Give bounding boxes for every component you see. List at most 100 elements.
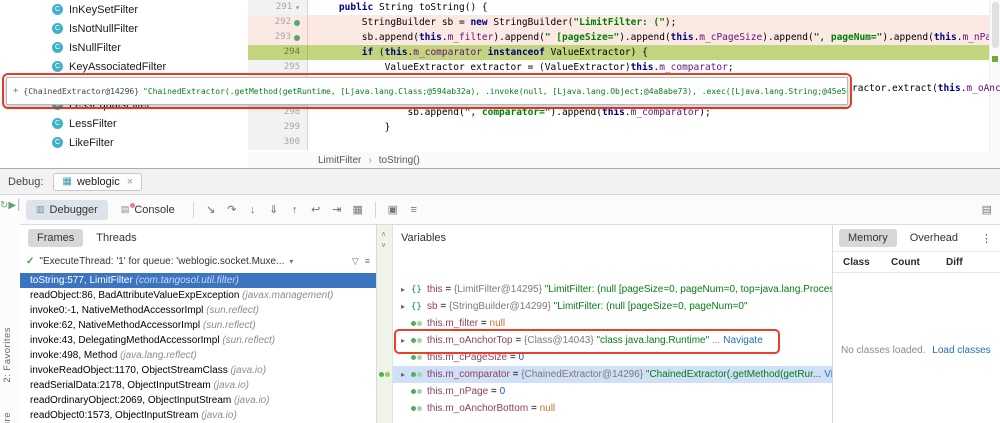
variables-list: ▸{}this = {LimitFilter@14295} "LimitFilt… — [393, 281, 832, 417]
gutter-line-number[interactable]: 294 — [248, 45, 308, 60]
variable-row[interactable]: this.m_filter = null — [393, 315, 832, 332]
code-token: ).append( — [493, 32, 544, 43]
variable-row[interactable]: ▸this.m_oAnchorTop = {Class@14043} "clas… — [393, 332, 832, 349]
kebab-menu-icon[interactable]: ⋮ — [981, 232, 1000, 245]
frame-package: (javax.management) — [242, 290, 333, 301]
tab-overhead[interactable]: Overhead — [901, 229, 967, 247]
thread-status-check-icon: ✓ — [26, 256, 34, 267]
gutter-green-dot-icon — [294, 35, 300, 41]
gutter-line-number[interactable]: 293 — [248, 30, 308, 45]
expand-plus-icon[interactable]: + — [13, 86, 18, 96]
thread-dump-icon[interactable]: ▣ — [384, 203, 402, 216]
class-icon: C — [52, 61, 63, 72]
variable-value-string: "LimitFilter: (null [pageSize=0, pageNum… — [545, 284, 832, 295]
tree-item[interactable]: CIsNullFilter — [18, 38, 248, 57]
variable-row[interactable]: this.m_cPageSize = 0 — [393, 349, 832, 366]
frame-row[interactable]: invokeReadObject:1170, ObjectStreamClass… — [20, 363, 376, 378]
frame-location: readOrdinaryObject:2069, ObjectInputStre… — [30, 395, 234, 406]
variable-row[interactable]: ▸this.m_comparator = {ChainedExtractor@1… — [393, 366, 832, 383]
frame-row[interactable]: invoke:498, Method (java.lang.reflect) — [20, 348, 376, 363]
force-step-into-icon[interactable]: ⇓ — [265, 203, 283, 216]
navigate-link[interactable]: Navigate — [723, 335, 762, 346]
editor-scrollbar[interactable] — [989, 0, 1000, 152]
variable-row[interactable]: ▸{}this = {LimitFilter@14295} "LimitFilt… — [393, 281, 832, 298]
tab-threads[interactable]: Threads — [87, 229, 145, 247]
gutter-line-number[interactable]: 299 — [248, 120, 308, 135]
toolwindow-button-structure[interactable]: Structure — [2, 412, 18, 423]
drop-frame-icon[interactable]: ↩ — [307, 203, 325, 216]
filter-icon[interactable]: ▽ — [352, 256, 359, 267]
gutter-line-number[interactable]: 291▾ — [248, 0, 308, 15]
frame-row[interactable]: invoke:43, DelegatingMethodAccessorImpl … — [20, 333, 376, 348]
code-token: "LimitFilter: (" — [573, 17, 665, 28]
frame-row[interactable]: invoke:62, NativeMethodAccessorImpl (sun… — [20, 318, 376, 333]
frame-package: (java.io) — [201, 410, 237, 421]
frame-row[interactable]: readOrdinaryObject:2069, ObjectInputStre… — [20, 393, 376, 408]
close-icon[interactable]: × — [127, 176, 133, 188]
fold-arrow-icon[interactable]: ▾ — [295, 0, 300, 15]
debug-session-tab[interactable]: ▦ weblogic × — [53, 173, 142, 191]
breadcrumb-method[interactable]: toString() — [379, 155, 420, 166]
variable-ref: {ChainedExtractor@14296} — [521, 369, 646, 380]
show-execution-point-icon[interactable]: ↘ — [202, 203, 220, 216]
tab-debugger[interactable]: ▥ Debugger — [26, 200, 108, 220]
tree-item[interactable]: CIsNotNullFilter — [18, 19, 248, 38]
frame-package: (sun.reflect) — [203, 320, 256, 331]
step-out-icon[interactable]: ↑ — [286, 204, 304, 216]
memory-table-header: ClassCountDiff — [833, 251, 1000, 273]
thread-selector[interactable]: ✓ "ExecuteThread: '1' for queue: 'weblog… — [20, 251, 376, 271]
line-number-text: 292 — [275, 15, 291, 30]
debug-panels: Frames Threads ✓ "ExecuteThread: '1' for… — [20, 225, 1000, 423]
scrollbar-thumb[interactable] — [992, 2, 999, 48]
memory-column-class[interactable]: Class — [843, 257, 891, 268]
step-over-icon[interactable]: ↷ — [223, 203, 241, 216]
memory-column-count[interactable]: Count — [891, 257, 946, 268]
code-text: if (this.m_comparator instanceof ValueEx… — [308, 45, 990, 60]
breadcrumb-class[interactable]: LimitFilter — [318, 155, 361, 166]
tree-item[interactable]: CLikeFilter — [18, 133, 248, 152]
equals-sign: = — [438, 301, 449, 312]
variable-name: this.m_oAnchorTop — [427, 335, 513, 346]
gutter-line-number[interactable]: 300 — [248, 135, 308, 150]
resume-icon[interactable]: ▶ — [8, 200, 16, 211]
frame-row[interactable]: readSerialData:2178, ObjectInputStream (… — [20, 378, 376, 393]
load-classes-link[interactable]: Load classes — [932, 345, 990, 356]
code-token: ); — [665, 17, 676, 28]
gutter-line-number[interactable]: 292 — [248, 15, 308, 30]
tree-item[interactable]: CInKeySetFilter — [18, 0, 248, 19]
breadcrumb-separator-icon: › — [368, 155, 371, 166]
view-link[interactable]: View — [824, 369, 832, 380]
frame-row[interactable]: invoke0:-1, NativeMethodAccessorImpl (su… — [20, 303, 376, 318]
tab-memory[interactable]: Memory — [839, 229, 897, 247]
expand-chevron-icon[interactable]: ▸ — [399, 302, 407, 311]
execution-line-mark[interactable] — [992, 56, 998, 62]
step-into-icon[interactable]: ↓ — [244, 204, 262, 216]
chevron-up-icon[interactable]: ∧ — [381, 230, 386, 238]
variable-row[interactable]: this.m_oAnchorBottom = null — [393, 400, 832, 417]
frame-row[interactable]: toString:577, LimitFilter (com.tangosol.… — [20, 273, 376, 288]
variable-row[interactable]: ▸{}sb = {StringBuilder@14299} "LimitFilt… — [393, 298, 832, 315]
expand-chevron-icon[interactable]: ▸ — [399, 336, 407, 345]
tree-item-label: LessFilter — [69, 118, 117, 130]
code-text: StringBuilder sb = new StringBuilder("Li… — [308, 15, 990, 30]
evaluate-expression-icon[interactable]: ▦ — [349, 203, 367, 216]
tab-console[interactable]: ▤ Console — [111, 200, 185, 220]
chevron-down-icon[interactable]: ∨ — [381, 241, 386, 249]
view-options-icon[interactable]: ≡ — [405, 204, 423, 216]
tab-frames[interactable]: Frames — [28, 229, 83, 247]
frame-row[interactable]: readObject0:1573, ObjectInputStream (jav… — [20, 408, 376, 423]
view-menu-icon[interactable]: ≡ — [365, 256, 370, 267]
variable-value-string: "LimitFilter: (null [pageSize=0, pageNum… — [554, 301, 748, 312]
memory-panel: Memory Overhead ⋮ ClassCountDiff No clas… — [833, 225, 1000, 423]
run-to-cursor-icon[interactable]: ⇥ — [328, 203, 346, 216]
code-text — [308, 135, 990, 150]
variable-row[interactable]: this.m_nPage = 0 — [393, 383, 832, 400]
frame-row[interactable]: readObject:86, BadAttributeValueExpExcep… — [20, 288, 376, 303]
expand-chevron-icon[interactable]: ▸ — [399, 285, 407, 294]
tree-item[interactable]: CLessFilter — [18, 114, 248, 133]
expand-chevron-icon[interactable]: ▸ — [399, 370, 407, 379]
run-config-icon: ▦ — [62, 176, 71, 187]
layout-settings-icon[interactable]: ▤ — [982, 203, 992, 216]
toolwindow-button-favorites[interactable]: 2: Favorites — [2, 327, 18, 383]
memory-column-diff[interactable]: Diff — [946, 257, 1000, 268]
